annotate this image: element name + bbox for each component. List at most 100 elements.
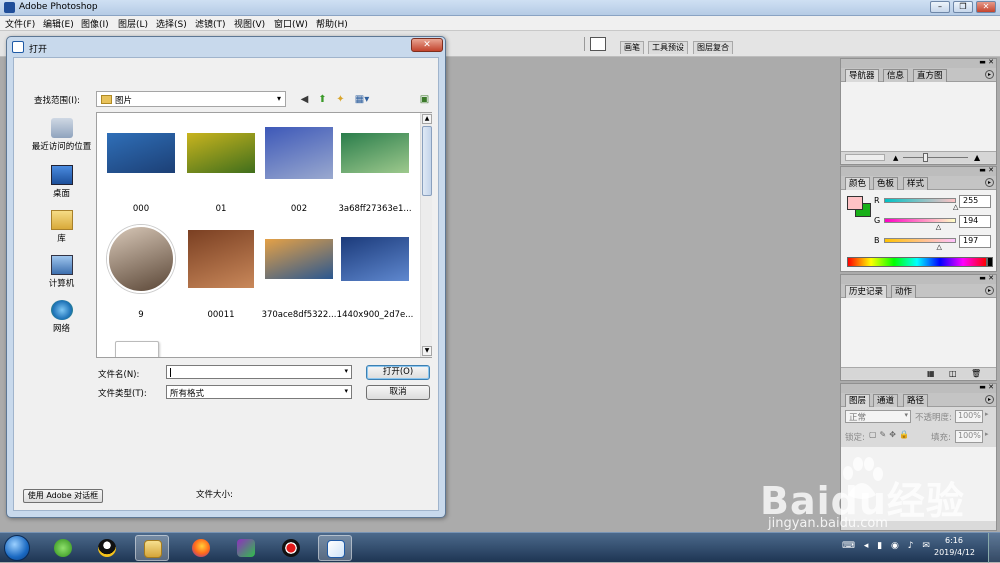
filetype-select[interactable]: 所有格式 ▾ [166, 385, 352, 399]
palette-close-icon[interactable]: ▬ ✕ [979, 166, 994, 174]
slider-handle-icon[interactable]: △ [936, 223, 941, 231]
channel-value-field[interactable]: 194 [959, 215, 991, 228]
scroll-up-icon[interactable]: ▲ [422, 114, 432, 124]
tab-paths[interactable]: 路径 [903, 394, 929, 407]
palette-menu-icon[interactable]: ▸ [985, 286, 994, 295]
new-folder-icon[interactable]: ✦ [334, 93, 347, 106]
tab-histogram[interactable]: 直方图 [913, 69, 947, 82]
new-document-icon[interactable]: ◫ [949, 369, 957, 378]
close-button[interactable]: ✕ [976, 1, 996, 13]
fill-arrow-icon[interactable]: ▸ [985, 430, 989, 438]
taskbar-app-firefox[interactable] [184, 535, 218, 561]
folder-add-icon[interactable]: ▣ [418, 93, 431, 106]
taskbar-app-photoshop[interactable] [318, 535, 352, 561]
place-desktop[interactable]: 桌面 [27, 165, 96, 199]
slider-handle-icon[interactable]: △ [936, 243, 941, 251]
system-tray[interactable]: ⌨ ◂ ▮ ◉ ♪ ✉ [842, 541, 933, 551]
well-tab-brushes[interactable]: 画笔 [620, 41, 644, 54]
place-library[interactable]: 库 [27, 210, 96, 244]
zoom-out-icon[interactable]: ▲ [893, 154, 898, 162]
menu-window[interactable]: 窗口(W) [274, 17, 308, 30]
palette-close-icon[interactable]: ▬ ✕ [979, 274, 994, 282]
cancel-button[interactable]: 取消 [366, 385, 430, 400]
menu-edit[interactable]: 编辑(E) [43, 17, 74, 30]
file-item[interactable]: 01 [181, 133, 261, 214]
file-item[interactable]: 370ace8df5322... [259, 239, 339, 320]
file-browser-icon[interactable] [590, 37, 606, 51]
scroll-thumb[interactable] [422, 126, 432, 196]
place-network[interactable]: 网络 [27, 300, 96, 334]
file-item[interactable]: 002 [259, 127, 339, 214]
tab-styles[interactable]: 样式 [903, 177, 929, 190]
zoom-slider-track[interactable] [903, 157, 968, 158]
zoom-in-icon[interactable]: ▲ [974, 153, 980, 162]
taskbar-app-recorder[interactable] [274, 535, 308, 561]
tab-actions[interactable]: 动作 [891, 285, 917, 298]
menu-view[interactable]: 视图(V) [234, 17, 265, 30]
channel-slider[interactable] [884, 238, 956, 243]
color-spectrum-bar[interactable] [847, 257, 987, 267]
file-item[interactable]: 9 [101, 225, 181, 320]
place-recent[interactable]: 最近访问的位置 [27, 118, 96, 152]
lock-icons[interactable]: ▢✎✥🔒 [869, 430, 912, 439]
open-button[interactable]: 打开(O) [366, 365, 430, 380]
use-adobe-dialog-button[interactable]: 使用 Adobe 对话框 [23, 489, 103, 503]
taskbar-app-qq[interactable] [90, 535, 124, 561]
taskbar-app-explorer[interactable] [135, 535, 169, 561]
menu-filter[interactable]: 滤镜(T) [195, 17, 226, 30]
well-tab-tool-presets[interactable]: 工具预设 [648, 41, 688, 54]
tab-layers[interactable]: 图层 [845, 394, 871, 407]
palette-menu-icon[interactable]: ▸ [985, 70, 994, 79]
back-icon[interactable]: ◀ [298, 93, 311, 106]
palette-menu-icon[interactable]: ▸ [985, 178, 994, 187]
place-computer[interactable]: 计算机 [27, 255, 96, 289]
palette-close-icon[interactable]: ▬ ✕ [979, 383, 994, 391]
minimize-button[interactable]: – [930, 1, 950, 13]
file-item[interactable]: 3a68ff27363e1... [335, 133, 415, 214]
tab-color[interactable]: 颜色 [845, 177, 871, 190]
file-list-scrollbar[interactable]: ▲ ▼ [420, 113, 432, 357]
dialog-close-button[interactable]: ✕ [411, 38, 443, 52]
fill-field[interactable]: 100% [955, 430, 983, 443]
well-tab-layer-comps[interactable]: 图层复合 [693, 41, 733, 54]
menu-image[interactable]: 图像(I) [81, 17, 109, 30]
file-item[interactable]: 000 [101, 133, 181, 214]
file-list[interactable]: 000 01 002 3a68ff27363e1... 9 00011 370ace8df5… [96, 112, 432, 358]
palette-close-icon[interactable]: ▬ ✕ [979, 58, 994, 66]
clock[interactable]: 6:16 2019/4/12 [934, 535, 975, 559]
show-desktop-button[interactable] [988, 533, 1000, 563]
opacity-arrow-icon[interactable]: ▸ [985, 410, 989, 418]
tab-history[interactable]: 历史记录 [845, 285, 888, 298]
up-folder-icon[interactable]: ⬆ [316, 93, 329, 106]
menu-file[interactable]: 文件(F) [5, 17, 35, 30]
new-snapshot-icon[interactable]: ▦ [927, 369, 935, 378]
tab-info[interactable]: 信息 [883, 69, 909, 82]
taskbar-app-media[interactable] [229, 535, 263, 561]
zoom-field[interactable] [845, 154, 885, 161]
channel-value-field[interactable]: 255 [959, 195, 991, 208]
menu-select[interactable]: 选择(S) [156, 17, 187, 30]
blend-mode-select[interactable]: 正常 ▾ [845, 410, 911, 423]
channel-slider[interactable] [884, 198, 956, 203]
channel-value-field[interactable]: 197 [959, 235, 991, 248]
delete-icon[interactable]: 🗑 [971, 369, 981, 378]
tab-channels[interactable]: 通道 [873, 394, 899, 407]
opacity-field[interactable]: 100% [955, 410, 983, 423]
start-button[interactable] [4, 535, 30, 561]
file-item[interactable]: 1440x900_2d7e... [335, 237, 415, 320]
view-menu-icon[interactable]: ▦▾ [352, 93, 372, 106]
zoom-slider-handle[interactable] [923, 153, 928, 162]
maximize-button[interactable]: ❐ [953, 1, 973, 13]
taskbar-app-green[interactable] [46, 535, 80, 561]
scroll-down-icon[interactable]: ▼ [422, 346, 432, 356]
tab-swatches[interactable]: 色板 [873, 177, 899, 190]
palette-menu-icon[interactable]: ▸ [985, 395, 994, 404]
filename-input[interactable]: ▾ [166, 365, 352, 379]
tab-navigator[interactable]: 导航器 [845, 69, 879, 82]
black-swatch[interactable] [987, 257, 993, 267]
menu-help[interactable]: 帮助(H) [316, 17, 348, 30]
channel-slider[interactable] [884, 218, 956, 223]
menu-layer[interactable]: 图层(L) [118, 17, 148, 30]
slider-handle-icon[interactable]: △ [953, 203, 958, 211]
look-in-select[interactable]: 图片 ▾ [96, 91, 286, 107]
